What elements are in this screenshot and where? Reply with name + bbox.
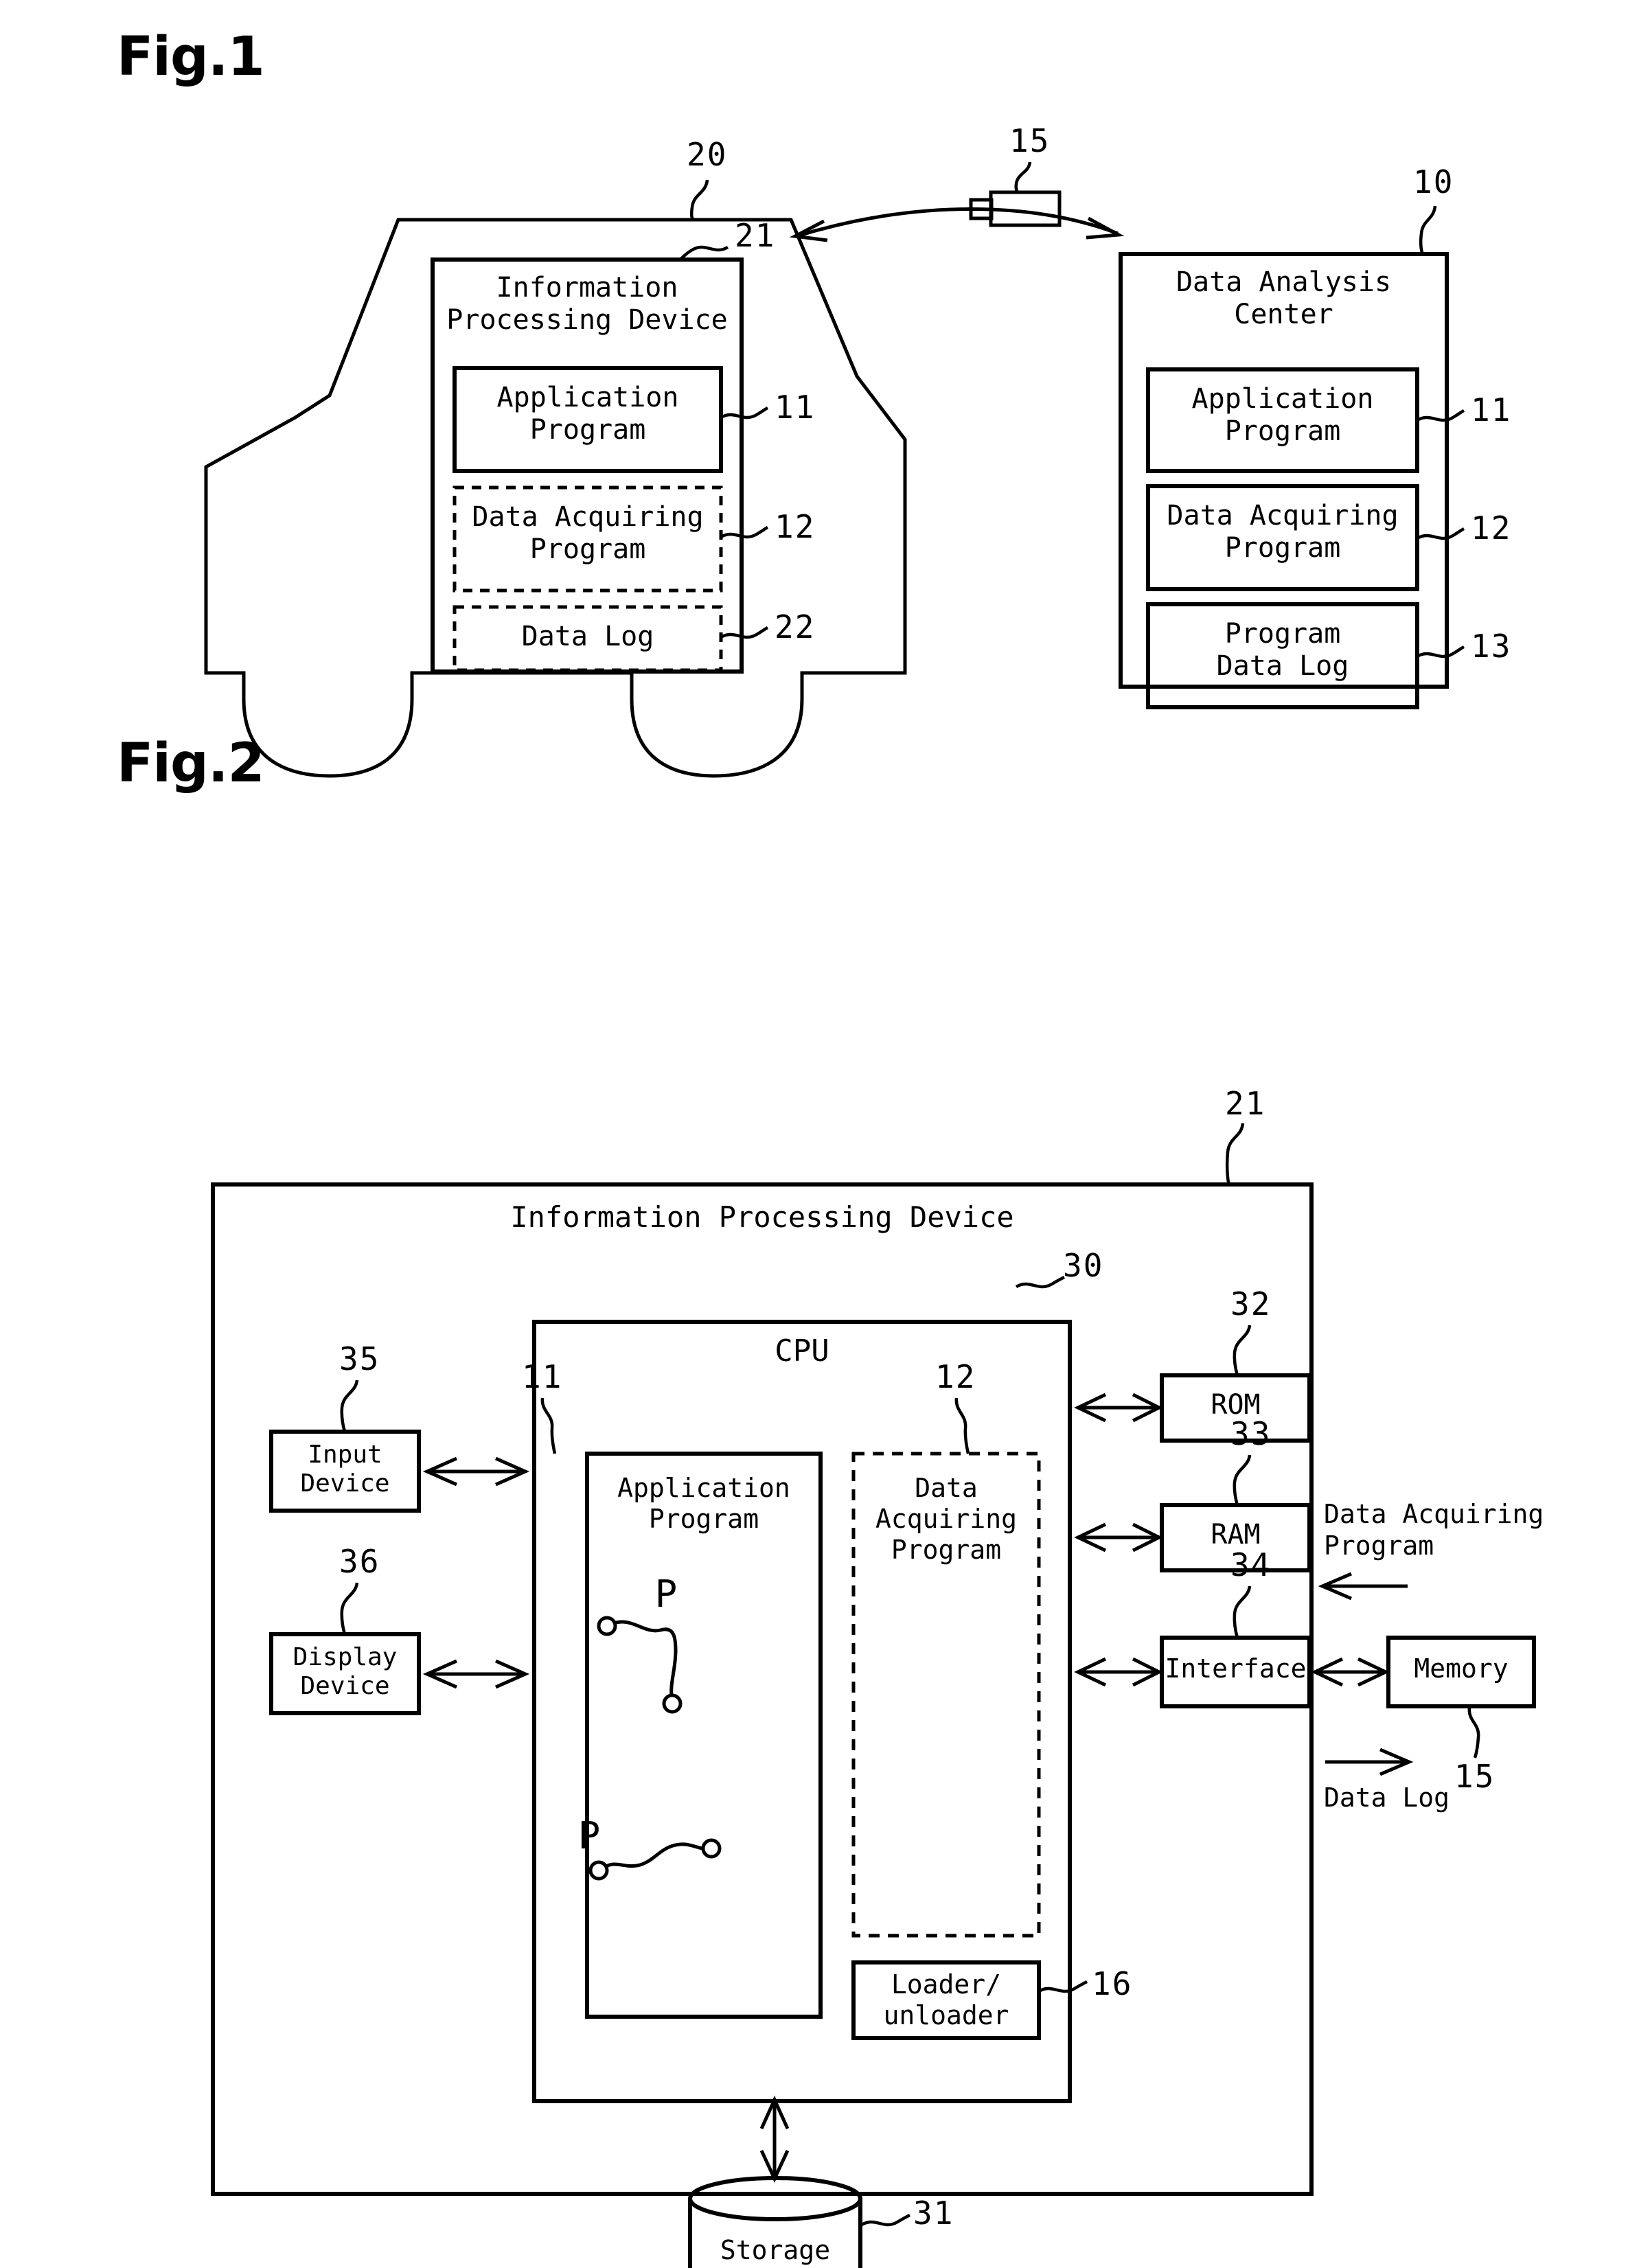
leader-22-v (720, 626, 769, 639)
ref-11-center: 11 (1471, 391, 1512, 428)
leader-16 (1038, 1980, 1088, 1993)
leader-13-c (1416, 645, 1465, 658)
arrow-interface-memory (1311, 1657, 1390, 1687)
fig2-outer-title: Information Processing Device (510, 1200, 1014, 1234)
ref-10: 10 (1413, 163, 1454, 201)
fig1-title: Fig.1 (117, 26, 265, 88)
ref-21-fig1: 21 (735, 217, 776, 254)
ref-21-fig2: 21 (1225, 1085, 1266, 1122)
ref-30: 30 (1063, 1247, 1104, 1284)
leader-12-c (1416, 527, 1465, 540)
flow-label-datalog: Data Log (1324, 1783, 1450, 1813)
leader-36 (340, 1582, 359, 1635)
arrow-dap-inbound (1318, 1572, 1408, 1601)
ref-22-vehicle: 22 (775, 608, 816, 645)
leader-33 (1233, 1454, 1252, 1506)
leader-11-v (720, 406, 769, 420)
ref-36: 36 (339, 1543, 380, 1580)
rom-label: ROM (1211, 1389, 1261, 1421)
ipd-dap-label: Data Acquiring Program (472, 501, 704, 566)
ram-label: RAM (1211, 1519, 1261, 1550)
ipd-app-label: Application Program (496, 382, 679, 446)
cpu-title: CPU (775, 1333, 829, 1368)
leader-30 (1015, 1275, 1066, 1289)
p-marker-2: P (577, 1814, 601, 1857)
ref-15-fig1: 15 (1009, 122, 1051, 159)
ref-35: 35 (339, 1340, 380, 1377)
arrow-cpu-storage (759, 2095, 790, 2183)
leader-32 (1233, 1325, 1252, 1376)
arrow-display-cpu (422, 1659, 530, 1689)
arrow-cpu-ram (1074, 1522, 1163, 1553)
ref-12-vehicle: 12 (775, 508, 816, 545)
leader-11-c (1416, 409, 1465, 422)
app-program-box (585, 1452, 823, 2019)
flow-label-dap: Data Acquiring Program (1324, 1499, 1544, 1561)
line-art-layer (204, 161, 1536, 2268)
arrow-cpu-rom (1074, 1393, 1163, 1423)
p-marker-curve-1 (597, 1616, 683, 1714)
leader-20 (689, 179, 709, 221)
ref-13-center: 13 (1471, 628, 1512, 665)
arrow-datalog-outbound (1325, 1748, 1414, 1776)
dap-label-f2: Data Acquiring Program (875, 1473, 1017, 1565)
center-dap-label: Data Acquiring Program (1167, 500, 1399, 564)
ref-11-vehicle: 11 (775, 389, 816, 426)
center-app-label: Application Program (1191, 383, 1374, 448)
leader-12-v (720, 525, 769, 539)
storage-device-label: Storage Device (720, 2235, 831, 2268)
leader-15-f2 (1467, 1707, 1480, 1759)
ipd-title: Information Processing Device (446, 272, 728, 336)
leader-15-f1 (1014, 161, 1032, 194)
ref-31: 31 (913, 2195, 954, 2232)
leader-21-f2 (1225, 1123, 1245, 1185)
ref-12-center: 12 (1471, 509, 1512, 547)
external-memory-label: Memory (1414, 1653, 1509, 1684)
leader-10 (1419, 205, 1437, 255)
display-device-label: Display Device (293, 1643, 398, 1701)
arrow-cpu-interface (1074, 1657, 1163, 1687)
interface-label: Interface (1165, 1653, 1307, 1684)
leader-12-f2 (954, 1397, 970, 1454)
loader-label: Loader/ unloader (883, 1969, 1009, 2030)
fig2-title: Fig.2 (117, 733, 265, 794)
ref-20: 20 (687, 136, 728, 173)
ipd-datalog-label: Data Log (521, 621, 654, 652)
arrow-input-cpu (422, 1456, 530, 1487)
leader-11-f2 (540, 1397, 557, 1454)
comm-arrow-curve (796, 207, 1119, 238)
leader-35 (340, 1379, 359, 1432)
patent-drawing-sheet: Fig.1 20 21 11 12 22 10 11 12 13 15 Info… (0, 0, 1650, 2268)
app-program-label: Application Program (617, 1473, 790, 1534)
center-log-label: Program Data Log (1216, 618, 1349, 683)
comm-arrow-head-right (1086, 216, 1125, 240)
leader-34 (1233, 1585, 1252, 1638)
ref-32: 32 (1230, 1285, 1272, 1322)
input-device-label: Input Device (300, 1441, 390, 1498)
center-title: Data Analysis Center (1176, 266, 1392, 331)
ref-16: 16 (1092, 1965, 1133, 2002)
ref-34: 34 (1230, 1546, 1272, 1583)
leader-31 (860, 2213, 911, 2227)
p-marker-1: P (654, 1572, 678, 1616)
p-marker-curve-2 (588, 1838, 722, 1881)
ref-15-fig2: 15 (1454, 1758, 1496, 1795)
